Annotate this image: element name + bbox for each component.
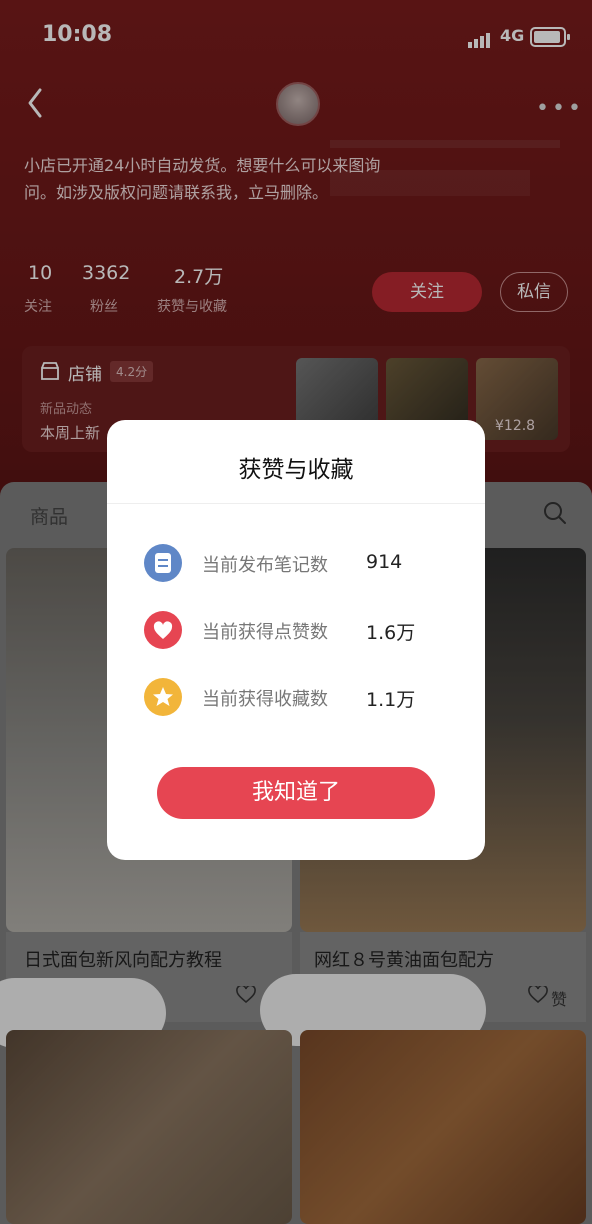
likes-count-value: 1.6万 <box>366 622 416 644</box>
notes-count-label: 当前发布笔记数 <box>202 555 328 576</box>
likes-count-label: 当前获得点赞数 <box>202 622 328 643</box>
note-icon <box>144 544 182 582</box>
collects-count-label: 当前获得收藏数 <box>202 689 328 710</box>
confirm-button[interactable]: 我知道了 <box>157 767 435 819</box>
heart-icon <box>144 611 182 649</box>
star-icon <box>144 678 182 716</box>
collects-count-value: 1.1万 <box>366 689 416 711</box>
modal-divider <box>107 503 485 504</box>
notes-count-value: 914 <box>366 551 403 573</box>
modal-title: 获赞与收藏 <box>238 457 354 483</box>
